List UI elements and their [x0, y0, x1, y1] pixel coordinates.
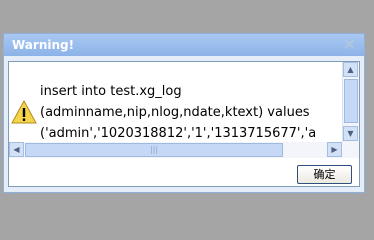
vertical-scrollbar[interactable]: ▲ ▼ [342, 62, 359, 142]
warning-dialog: Warning! ✕ insert into test.xg_log (admi… [3, 33, 365, 193]
scrollbar-corner [343, 142, 359, 158]
dialog-titlebar[interactable]: Warning! ✕ [4, 34, 364, 56]
scroll-down-button[interactable]: ▼ [343, 126, 358, 141]
scroll-up-button[interactable]: ▲ [343, 62, 358, 77]
scroll-right-button[interactable]: ▶ [327, 142, 342, 157]
horizontal-scrollbar[interactable]: ◀ ||| ▶ [9, 142, 343, 158]
message-line: insert into test.xg_log [40, 84, 182, 99]
dialog-title: Warning! [12, 38, 75, 52]
vertical-scroll-thumb[interactable] [344, 79, 358, 123]
scroll-left-button[interactable]: ◀ [9, 142, 24, 157]
horizontal-scroll-thumb[interactable]: ||| [25, 143, 283, 157]
close-icon[interactable]: ✕ [343, 36, 356, 54]
message-line: (adminname,nip,nlog,ndate,ktext) values [40, 105, 310, 120]
message-line: ('admin','1020318812','1','1313715677','… [40, 126, 317, 141]
message-text: insert into test.xg_log (adminname,nip,n… [40, 81, 340, 144]
warning-icon [11, 100, 37, 124]
ok-button[interactable]: 确定 [297, 165, 352, 184]
